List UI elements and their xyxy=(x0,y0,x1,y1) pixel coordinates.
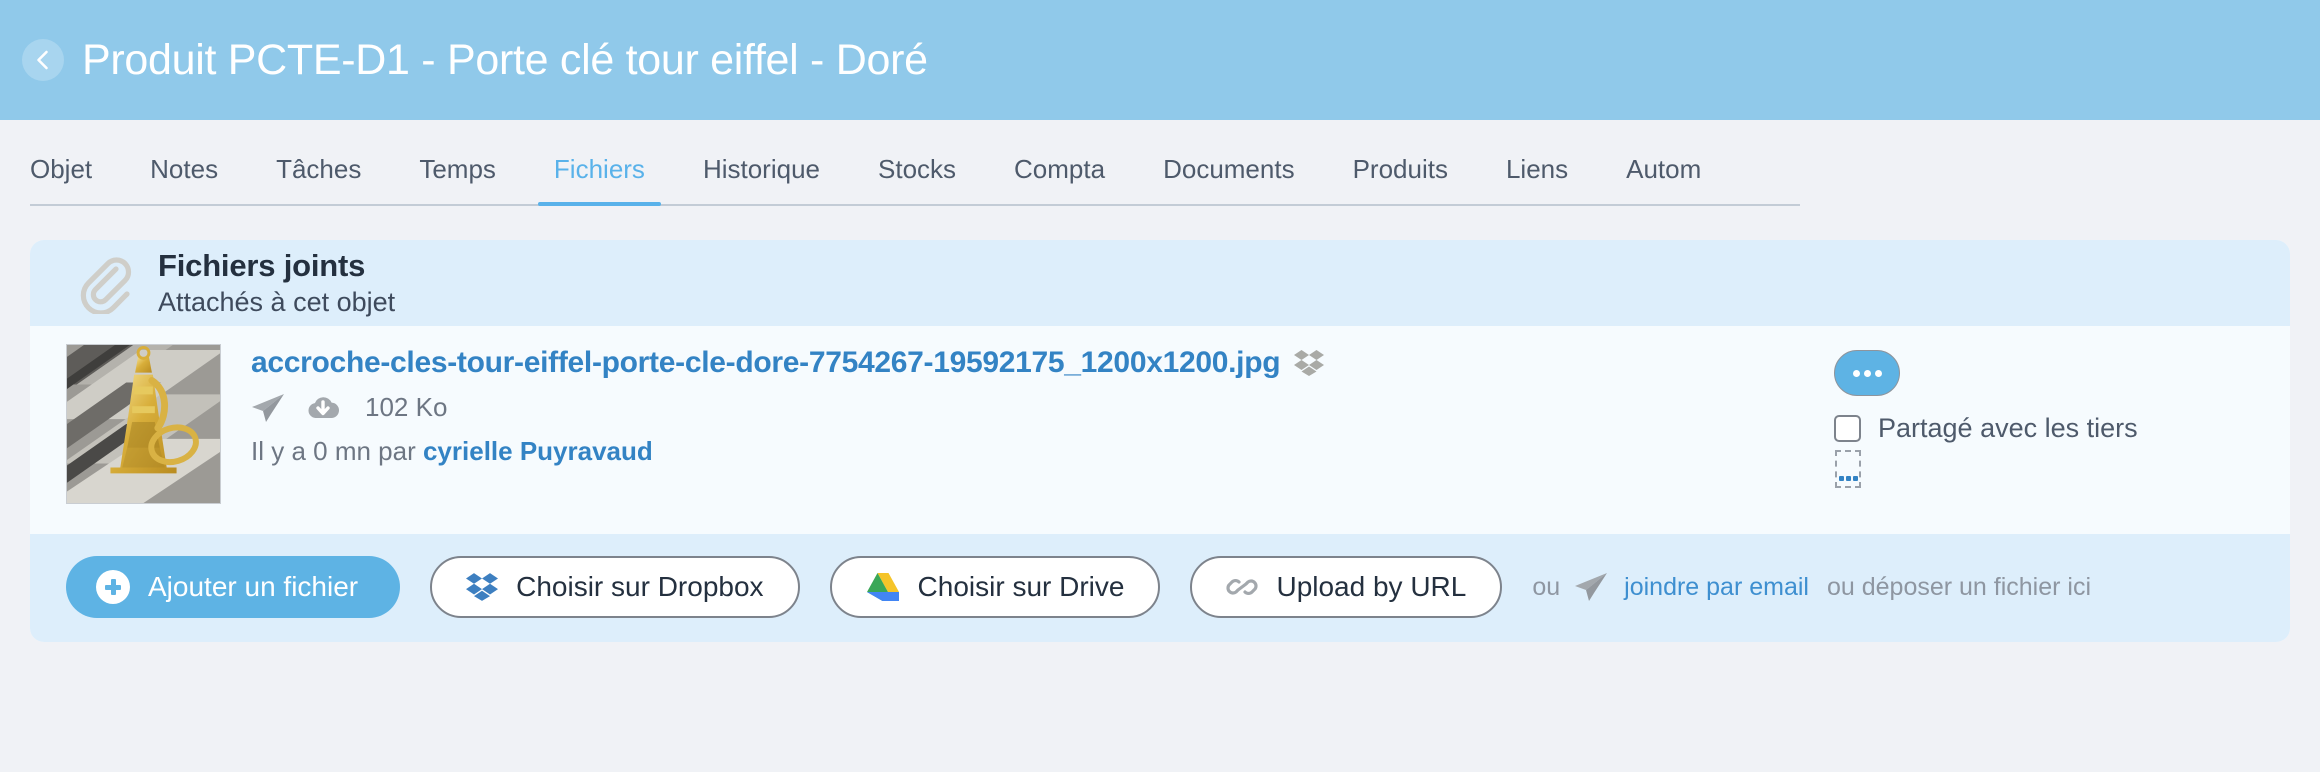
plus-circle-icon xyxy=(96,570,130,604)
dropbox-icon xyxy=(466,572,499,602)
card-subtitle: Attachés à cet objet xyxy=(158,286,396,317)
empty-placeholder-box xyxy=(1835,450,1861,488)
share-checkbox-label: Partagé avec les tiers xyxy=(1878,413,2138,443)
file-name-link[interactable]: accroche-cles-tour-eiffel-porte-cle-dore… xyxy=(251,346,1281,380)
cloud-download-icon[interactable] xyxy=(307,394,339,422)
tab-documents[interactable]: Documents xyxy=(1163,156,1295,204)
file-row: accroche-cles-tour-eiffel-porte-cle-dore… xyxy=(30,326,2290,534)
chevron-left-icon xyxy=(32,49,54,71)
dot-1 xyxy=(1852,369,1860,377)
file-details: accroche-cles-tour-eiffel-porte-cle-dore… xyxy=(251,344,1834,467)
google-drive-icon xyxy=(866,572,900,602)
file-more-button[interactable] xyxy=(1834,350,1900,396)
tab-bar: Objet Notes Tâches Temps Fichiers Histor… xyxy=(30,120,1800,206)
file-thumbnail[interactable] xyxy=(66,344,221,504)
page-header: Produit PCTE-D1 - Porte clé tour eiffel … xyxy=(0,0,2320,120)
upload-by-url-label: Upload by URL xyxy=(1276,571,1467,602)
file-uploaded-time: Il y a 0 mn par xyxy=(251,436,423,466)
card-title: Fichiers joints xyxy=(158,248,366,284)
file-meta-row: 102 Ko xyxy=(251,392,1834,423)
file-author-link[interactable]: cyrielle Puyravaud xyxy=(423,436,653,466)
upload-by-url-button[interactable]: Upload by URL xyxy=(1190,556,1503,618)
file-size: 102 Ko xyxy=(365,392,448,422)
tab-autom[interactable]: Autom xyxy=(1626,156,1701,204)
footer-or-text: ou xyxy=(1532,572,1561,601)
add-file-label: Ajouter un fichier xyxy=(148,571,359,602)
page-title: Produit PCTE-D1 - Porte clé tour eiffel … xyxy=(82,35,928,84)
share-checkbox[interactable] xyxy=(1834,415,1861,442)
attach-by-email-link[interactable]: joindre par email xyxy=(1624,573,1809,602)
choose-from-dropbox-button[interactable]: Choisir sur Dropbox xyxy=(430,556,800,618)
choose-from-dropbox-label: Choisir sur Dropbox xyxy=(516,571,764,602)
share-with-third-parties-row: Partagé avec les tiers xyxy=(1834,413,2254,444)
tab-objet[interactable]: Objet xyxy=(30,156,92,204)
paper-plane-icon xyxy=(1574,572,1608,602)
tab-taches[interactable]: Tâches xyxy=(276,156,361,204)
tab-fichiers[interactable]: Fichiers xyxy=(537,156,661,206)
link-chain-icon xyxy=(1226,572,1259,602)
tab-notes[interactable]: Notes xyxy=(150,156,218,204)
choose-from-drive-button[interactable]: Choisir sur Drive xyxy=(829,556,1161,618)
drop-file-hint: ou déposer un fichier ici xyxy=(1826,572,2092,601)
tab-bar-wrapper: Objet Notes Tâches Temps Fichiers Histor… xyxy=(0,120,2320,206)
file-uploaded-info: Il y a 0 mn par cyrielle Puyravaud xyxy=(251,436,1834,467)
attachments-card-footer: Ajouter un fichier Choisir sur Dropbox C… xyxy=(30,534,2290,642)
dot-2 xyxy=(1863,369,1871,377)
dropbox-icon xyxy=(1294,349,1325,377)
attachments-card-header: Fichiers joints Attachés à cet objet xyxy=(30,240,2290,326)
placeholder-dot-2 xyxy=(1845,476,1851,481)
back-button[interactable] xyxy=(22,39,64,81)
tab-historique[interactable]: Historique xyxy=(703,156,820,204)
tab-temps[interactable]: Temps xyxy=(419,156,496,204)
placeholder-dot-1 xyxy=(1838,476,1844,481)
attachments-card: Fichiers joints Attachés à cet objet acc… xyxy=(30,240,2290,642)
placeholder-dot-3 xyxy=(1852,476,1858,481)
tab-produits[interactable]: Produits xyxy=(1353,156,1448,204)
choose-from-drive-label: Choisir sur Drive xyxy=(917,571,1125,602)
add-file-button[interactable]: Ajouter un fichier xyxy=(66,556,401,618)
tab-compta[interactable]: Compta xyxy=(1014,156,1105,204)
footer-tail: ou joindre par email ou déposer un fichi… xyxy=(1532,572,2091,602)
file-actions: Partagé avec les tiers xyxy=(1834,344,2254,488)
paper-plane-icon[interactable] xyxy=(251,393,285,423)
tab-liens[interactable]: Liens xyxy=(1506,156,1568,204)
tab-stocks[interactable]: Stocks xyxy=(878,156,956,204)
paperclip-icon xyxy=(66,252,140,314)
dot-3 xyxy=(1874,369,1882,377)
eiffel-keychain-thumbnail-art xyxy=(67,345,220,503)
